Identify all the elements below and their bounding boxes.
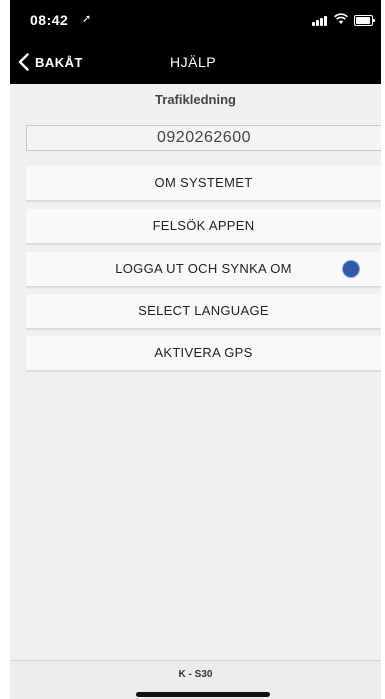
chevron-left-icon [18, 53, 29, 71]
home-indicator[interactable] [136, 692, 270, 697]
select-language-button[interactable]: SELECT LANGUAGE [26, 294, 381, 329]
phone-number-field[interactable]: 0920262600 [26, 125, 381, 151]
phone-screen: 08:42 ➚ BAKÅT HJÄLP Trafikledning 092026… [10, 0, 381, 699]
page-title: HJÄLP [170, 54, 217, 70]
logout-and-resync-button[interactable]: LOGGA UT OCH SYNKA OM [26, 252, 381, 287]
about-system-button[interactable]: OM SYSTEMET [26, 166, 381, 201]
troubleshoot-app-button[interactable]: FELSÖK APPEN [26, 209, 381, 244]
logout-and-resync-label: LOGGA UT OCH SYNKA OM [115, 261, 292, 276]
wifi-icon [334, 13, 348, 24]
version-label: K - S30 [178, 669, 213, 680]
back-button[interactable]: BAKÅT [18, 50, 83, 74]
footer: K - S30 [10, 660, 381, 699]
section-heading: Trafikledning [155, 92, 236, 107]
status-time: 08:42 [30, 12, 69, 28]
cellular-signal-icon [312, 16, 330, 26]
sync-indicator-icon [342, 260, 360, 278]
help-content: Trafikledning 0920262600 OM SYSTEMET FEL… [10, 84, 381, 660]
activate-gps-button[interactable]: AKTIVERA GPS [26, 336, 381, 371]
status-bar: 08:42 ➚ [10, 0, 381, 40]
back-button-label: BAKÅT [35, 54, 83, 70]
battery-icon [354, 15, 375, 26]
navigation-bar: BAKÅT HJÄLP [10, 40, 381, 84]
location-arrow-icon: ➚ [82, 13, 92, 25]
